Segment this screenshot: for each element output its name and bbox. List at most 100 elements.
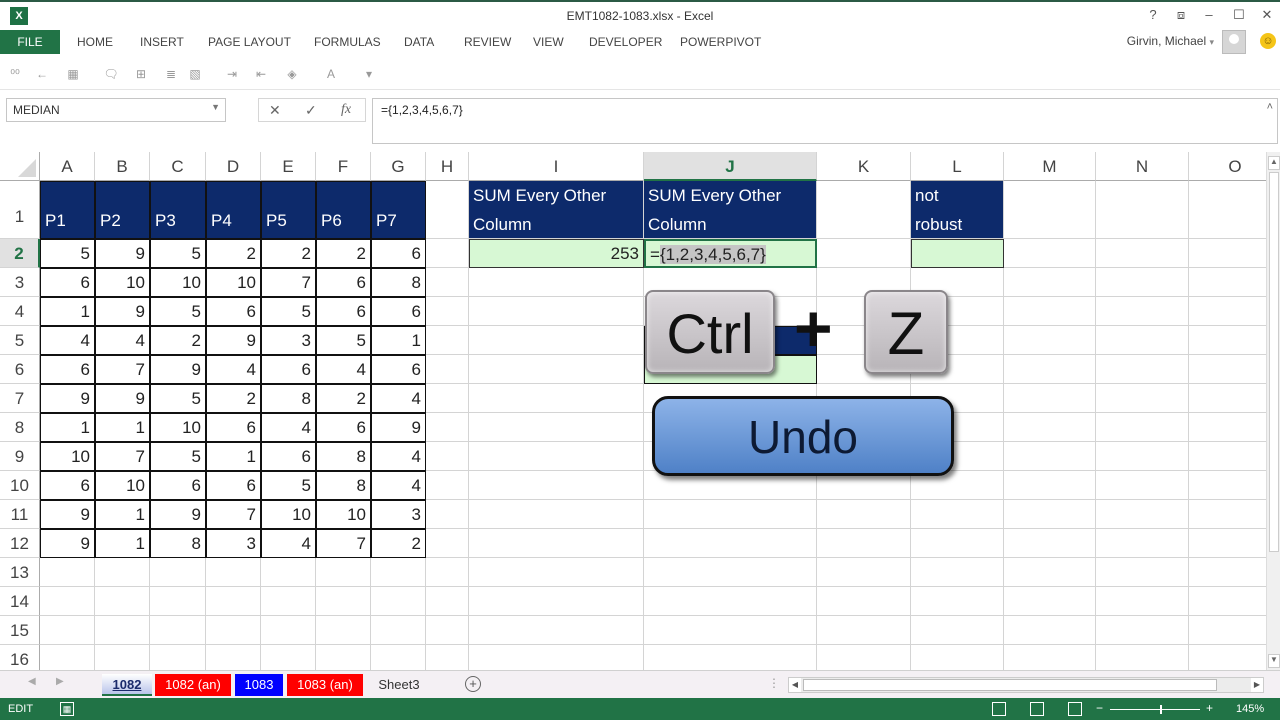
table-cell[interactable]: 4 <box>206 355 261 384</box>
cell-h10[interactable] <box>426 471 469 500</box>
cell-i6[interactable] <box>469 355 644 384</box>
cell-m11[interactable] <box>1004 500 1096 529</box>
table-header-cell[interactable]: P6 <box>316 181 371 239</box>
column-header-o[interactable]: O <box>1189 152 1266 181</box>
table-cell[interactable]: 8 <box>316 442 371 471</box>
table-cell[interactable]: 9 <box>40 500 95 529</box>
cell-l16[interactable] <box>911 645 1004 670</box>
cell-k2[interactable] <box>817 239 911 268</box>
tab-splitter-handle[interactable]: ⋮ <box>768 676 780 690</box>
cell-i9[interactable] <box>469 442 644 471</box>
cell-l15[interactable] <box>911 616 1004 645</box>
table-cell[interactable]: 7 <box>95 442 150 471</box>
cell-m6[interactable] <box>1004 355 1096 384</box>
cell-f14[interactable] <box>316 587 371 616</box>
maximize-icon[interactable]: ☐ <box>1228 7 1250 23</box>
zoom-out-icon[interactable]: − <box>1096 701 1103 715</box>
table-cell[interactable]: 6 <box>316 413 371 442</box>
table-cell[interactable]: 7 <box>261 268 316 297</box>
table-cell[interactable]: 6 <box>371 239 426 268</box>
scroll-up-icon[interactable]: ▲ <box>1268 156 1280 170</box>
cell-e13[interactable] <box>261 558 316 587</box>
scroll-right-icon[interactable]: ▶ <box>1251 678 1263 692</box>
row-header-12[interactable]: 12 <box>0 529 40 558</box>
sheet-tab-1083-an[interactable]: 1083 (an) <box>287 674 363 696</box>
cell-l13[interactable] <box>911 558 1004 587</box>
row-header-4[interactable]: 4 <box>0 297 40 326</box>
cell-l11[interactable] <box>911 500 1004 529</box>
page-layout-view-icon[interactable] <box>1030 702 1044 716</box>
cell-n2[interactable] <box>1096 239 1189 268</box>
cell-a14[interactable] <box>40 587 95 616</box>
cell-g13[interactable] <box>371 558 426 587</box>
table-cell[interactable]: 1 <box>95 500 150 529</box>
decrease-decimal-icon[interactable]: ← <box>33 66 51 82</box>
column-header-c[interactable]: C <box>150 152 206 181</box>
tab-powerpivot[interactable]: POWERPIVOT <box>680 30 761 54</box>
table-cell[interactable]: 9 <box>95 239 150 268</box>
cell-a15[interactable] <box>40 616 95 645</box>
table-cell[interactable]: 5 <box>316 326 371 355</box>
vertical-scrollbar[interactable]: ▲ ▼ <box>1266 152 1280 670</box>
table-cell[interactable]: 7 <box>95 355 150 384</box>
table-cell[interactable]: 8 <box>371 268 426 297</box>
cell-j12[interactable] <box>644 529 817 558</box>
cell-d16[interactable] <box>206 645 261 670</box>
cell-h14[interactable] <box>426 587 469 616</box>
cell-e16[interactable] <box>261 645 316 670</box>
cell-b14[interactable] <box>95 587 150 616</box>
cell-k16[interactable] <box>817 645 911 670</box>
cell-j16[interactable] <box>644 645 817 670</box>
row-header-9[interactable]: 9 <box>0 442 40 471</box>
table-cell[interactable]: 2 <box>316 239 371 268</box>
table-cell[interactable]: 1 <box>95 413 150 442</box>
cell-c14[interactable] <box>150 587 206 616</box>
header-cell-i1[interactable]: SUM Every Other Column <box>469 181 644 239</box>
cell-d13[interactable] <box>206 558 261 587</box>
cell-m15[interactable] <box>1004 616 1096 645</box>
tab-formulas[interactable]: FORMULAS <box>314 30 381 54</box>
macro-recording-icon[interactable]: ▦ <box>60 702 74 716</box>
normal-view-icon[interactable] <box>992 702 1006 716</box>
page-break-view-icon[interactable] <box>1068 702 1082 716</box>
cell-k14[interactable] <box>817 587 911 616</box>
cell-m14[interactable] <box>1004 587 1096 616</box>
name-box-dropdown-icon[interactable]: ▼ <box>211 102 220 112</box>
table-cell[interactable]: 3 <box>371 500 426 529</box>
table-cell[interactable]: 6 <box>150 471 206 500</box>
cell-k1[interactable] <box>817 181 911 239</box>
cell-o5[interactable] <box>1189 326 1266 355</box>
cell-o1[interactable] <box>1189 181 1266 239</box>
cell-o4[interactable] <box>1189 297 1266 326</box>
cell-f13[interactable] <box>316 558 371 587</box>
cell-b13[interactable] <box>95 558 150 587</box>
borders-icon[interactable]: ⊞ <box>132 66 150 82</box>
cell-m13[interactable] <box>1004 558 1096 587</box>
cell-c13[interactable] <box>150 558 206 587</box>
table-cell[interactable]: 10 <box>40 442 95 471</box>
table-cell[interactable]: 2 <box>206 239 261 268</box>
table-cell[interactable]: 8 <box>261 384 316 413</box>
cell-o7[interactable] <box>1189 384 1266 413</box>
table-cell[interactable]: 9 <box>371 413 426 442</box>
enter-icon[interactable]: ✓ <box>305 102 317 119</box>
cell-k11[interactable] <box>817 500 911 529</box>
cell-n15[interactable] <box>1096 616 1189 645</box>
row-header-7[interactable]: 7 <box>0 384 40 413</box>
cell-m1[interactable] <box>1004 181 1096 239</box>
row-header-2[interactable]: 2 <box>0 239 40 268</box>
font-color-icon[interactable]: A <box>322 66 340 82</box>
table-header-cell[interactable]: P3 <box>150 181 206 239</box>
column-header-e[interactable]: E <box>261 152 316 181</box>
cancel-icon[interactable]: ✕ <box>269 102 281 119</box>
collapse-formula-bar-icon[interactable]: ˄ <box>1267 101 1273 113</box>
cell-o3[interactable] <box>1189 268 1266 297</box>
indent-increase-icon[interactable]: ⇥ <box>223 66 241 82</box>
table-cell[interactable]: 4 <box>371 471 426 500</box>
table-cell[interactable]: 4 <box>40 326 95 355</box>
customize-toolbar-icon[interactable]: ▾ <box>360 66 378 82</box>
sheet-tab-1082-an[interactable]: 1082 (an) <box>155 674 231 696</box>
cell-i2-result[interactable]: 253 <box>469 239 644 268</box>
table-cell[interactable]: 10 <box>95 268 150 297</box>
table-cell[interactable]: 8 <box>316 471 371 500</box>
